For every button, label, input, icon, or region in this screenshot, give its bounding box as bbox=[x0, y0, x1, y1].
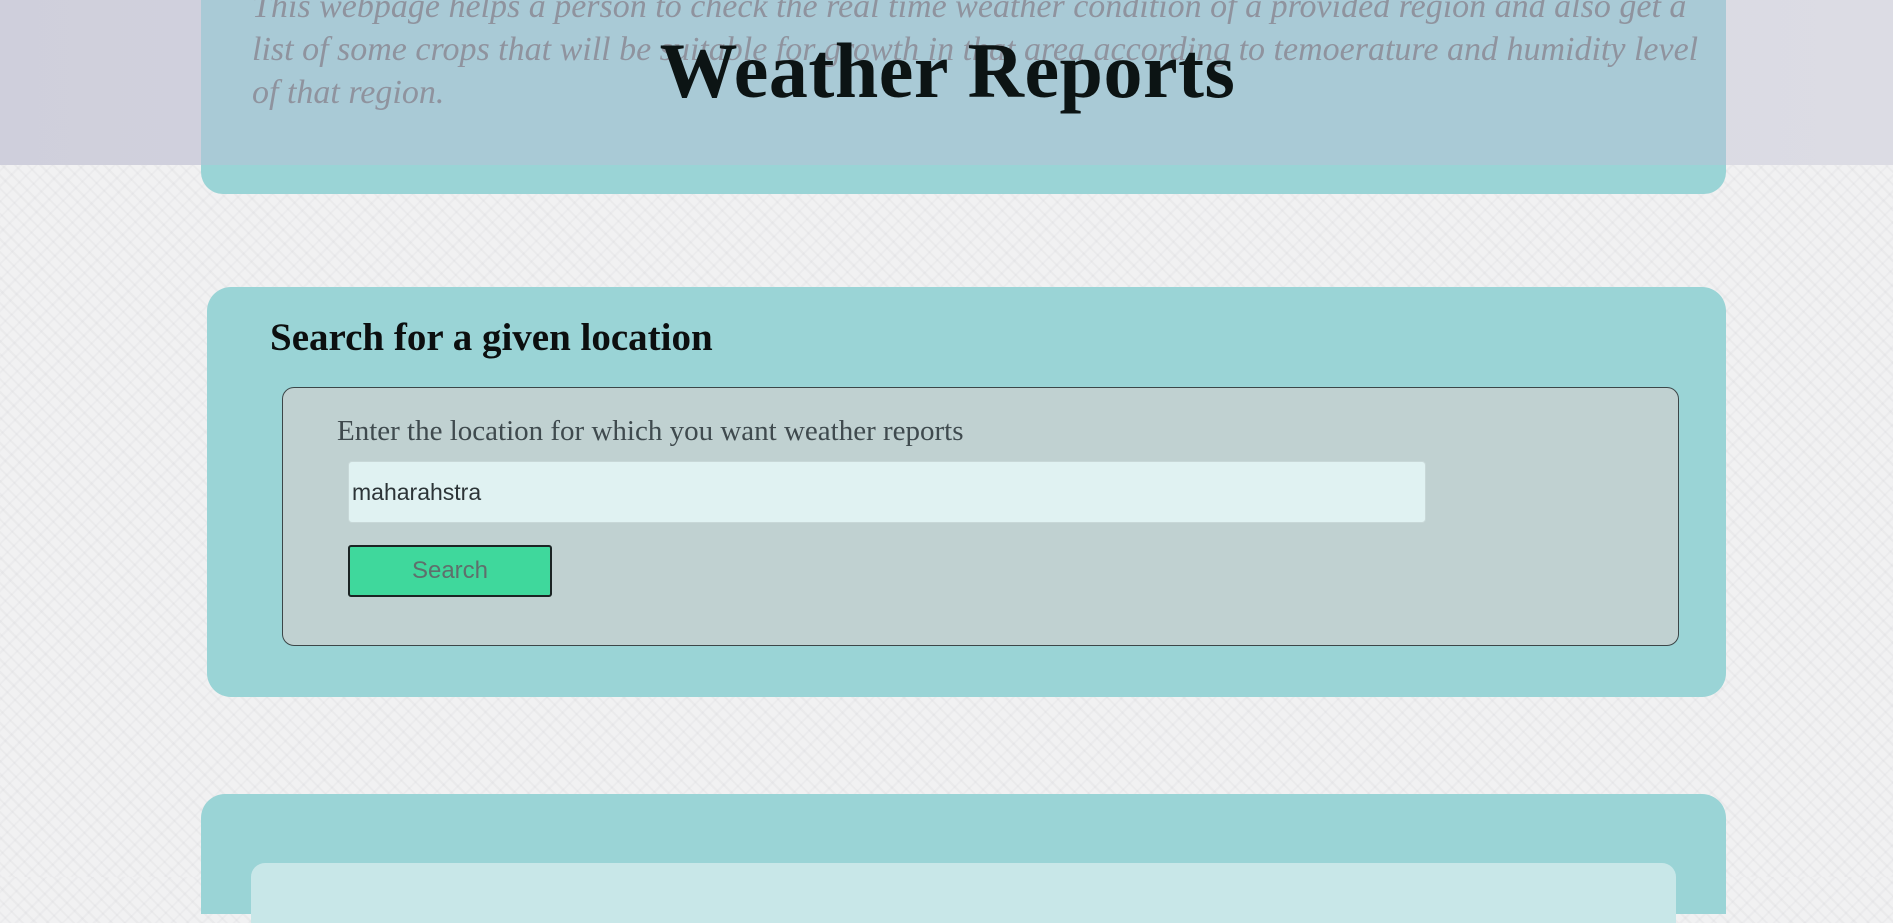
search-form: Enter the location for which you want we… bbox=[282, 387, 1679, 646]
results-panel bbox=[251, 863, 1676, 923]
header-card: This webpage helps a person to check the… bbox=[201, 0, 1726, 194]
search-label: Enter the location for which you want we… bbox=[337, 415, 964, 447]
location-input[interactable] bbox=[348, 461, 1426, 523]
results-section bbox=[201, 794, 1726, 923]
search-section: Search for a given location Enter the lo… bbox=[207, 287, 1726, 697]
search-heading: Search for a given location bbox=[270, 316, 713, 359]
page-title: Weather Reports bbox=[659, 27, 1236, 114]
search-button[interactable]: Search bbox=[348, 545, 552, 597]
